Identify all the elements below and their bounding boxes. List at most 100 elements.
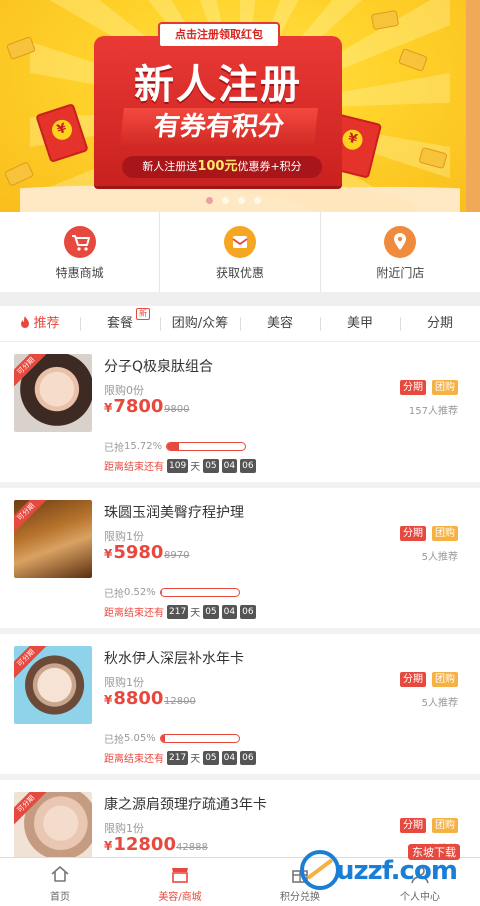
carousel-dot[interactable]: [206, 197, 213, 204]
product-tags: 分期 团购: [400, 380, 458, 395]
countdown-days: 217: [167, 604, 189, 619]
countdown-label: 距离结束还有: [104, 608, 164, 619]
carousel-dot[interactable]: [222, 197, 229, 204]
countdown-days: 109: [167, 458, 189, 473]
product-tags: 分期 团购: [400, 526, 458, 541]
tab-label: 美容: [266, 315, 293, 331]
day-unit: 天: [190, 462, 201, 473]
quick-entry-bar: 特惠商城 获取优惠 附近门店: [0, 212, 480, 292]
tab-beauty[interactable]: 美容: [240, 314, 320, 334]
watermark-text: uzzf.com: [336, 856, 458, 886]
recommend-count: 5人推荐: [421, 552, 458, 563]
tab-recommend[interactable]: 推荐: [0, 314, 80, 334]
coupon-icon: [223, 226, 256, 258]
watermark-cn: 东坡下载: [408, 844, 460, 860]
quick-entry-coupon[interactable]: 获取优惠: [160, 212, 321, 292]
tab-label: 美甲: [346, 315, 373, 331]
banner-subtitle: 有券有积分: [120, 108, 318, 146]
sold-label: 已抢: [104, 589, 124, 600]
product-list: 可分期 分子Q极泉肽组合 限购0份 ¥7800 9800 已抢 15.72% 距离…: [0, 342, 480, 906]
promo-banner[interactable]: 点击注册领取红包 新人注册 有券有积分 新人注册送100元优惠券+积分: [0, 0, 480, 212]
countdown-hours: 05: [203, 458, 219, 473]
carousel-dot[interactable]: [238, 197, 245, 204]
progress-bar: [166, 442, 247, 451]
sold-label: 已抢: [104, 735, 124, 746]
carousel-dot[interactable]: [254, 197, 261, 204]
carousel-dots: [206, 197, 261, 204]
fire-icon: [21, 315, 30, 328]
currency-symbol: ¥: [104, 547, 113, 561]
countdown-seconds: 06: [240, 604, 256, 619]
tab-group-buy[interactable]: 团购/众筹: [160, 314, 240, 334]
shopping-cart-icon: [63, 226, 96, 258]
tab-installment[interactable]: 分期: [400, 314, 480, 334]
price-value: 5980: [113, 542, 164, 563]
tab-package[interactable]: 套餐 新: [80, 307, 160, 334]
price-value: 8800: [113, 688, 164, 709]
product-name: 康之源肩颈理疗疏通3年卡: [104, 797, 267, 813]
progress-fill: [160, 735, 165, 742]
banner-tag: 点击注册领取红包: [158, 22, 280, 48]
countdown: 距离结束还有 217 天 05 04 06: [104, 604, 256, 619]
countdown-label: 距离结束还有: [104, 462, 164, 473]
group-buy-tag: 团购: [432, 672, 458, 687]
sold-progress: 已抢 5.05%: [104, 731, 240, 746]
store-icon: [172, 868, 188, 883]
product-name: 秋水伊人深层补水年卡: [104, 651, 244, 667]
recommend-count: 157人推荐: [408, 406, 458, 417]
product-price: ¥7800: [104, 396, 163, 417]
banner-note-amount: 100元: [197, 159, 238, 174]
product-image: 可分期: [14, 646, 92, 724]
group-buy-tag: 团购: [432, 380, 458, 395]
sold-percent: 5.05%: [124, 733, 156, 744]
product-name: 分子Q极泉肽组合: [104, 359, 214, 375]
quick-entry-nearby[interactable]: 附近门店: [321, 212, 480, 292]
tab-nails[interactable]: 美甲: [320, 314, 400, 334]
home-icon: [51, 866, 69, 882]
tab-label: 套餐: [106, 315, 133, 331]
countdown-seconds: 06: [240, 458, 256, 473]
group-buy-tag: 团购: [432, 818, 458, 833]
tab-label: 推荐: [33, 315, 60, 331]
countdown: 距离结束还有 109 天 05 04 06: [104, 458, 256, 473]
product-image: 可分期: [14, 500, 92, 578]
installment-tag: 分期: [400, 672, 426, 687]
product-card[interactable]: 可分期 分子Q极泉肽组合 限购0份 ¥7800 9800 已抢 15.72% 距离…: [0, 342, 480, 488]
quick-entry-label: 特惠商城: [55, 266, 104, 280]
sold-progress: 已抢 15.72%: [104, 439, 247, 454]
installment-tag: 分期: [400, 818, 426, 833]
product-tags: 分期 团购: [400, 818, 458, 833]
countdown-days: 217: [167, 750, 189, 765]
original-price: 42888: [176, 842, 208, 853]
progress-fill: [160, 589, 163, 596]
sold-percent: 15.72%: [124, 441, 163, 452]
product-tags: 分期 团购: [400, 672, 458, 687]
quick-entry-mall[interactable]: 特惠商城: [0, 212, 161, 292]
countdown-label: 距离结束还有: [104, 754, 164, 765]
tab-label: 团购/众筹: [171, 315, 229, 331]
countdown: 距离结束还有 217 天 05 04 06: [104, 750, 256, 765]
installment-tag: 分期: [400, 380, 426, 395]
banner-note-prefix: 新人注册送: [142, 160, 198, 173]
watermark-logo: uzzf.com 东坡下载: [296, 842, 478, 898]
product-card[interactable]: 可分期 秋水伊人深层补水年卡 限购1份 ¥8800 12800 已抢 5.05% …: [0, 634, 480, 780]
product-name: 珠圆玉润美臀疗程护理: [104, 505, 244, 521]
nav-label: 首页: [50, 892, 70, 903]
day-unit: 天: [190, 608, 201, 619]
installment-tag: 分期: [400, 526, 426, 541]
group-buy-tag: 团购: [432, 526, 458, 541]
progress-fill: [167, 443, 180, 450]
nav-label: 美容/商城: [158, 892, 202, 903]
banner-next-slide-edge: [466, 0, 480, 212]
nav-store[interactable]: 美容/商城: [120, 858, 240, 906]
new-badge: 新: [136, 307, 150, 320]
countdown-hours: 05: [203, 750, 219, 765]
product-card[interactable]: 可分期 珠圆玉润美臀疗程护理 限购1份 ¥5980 8970 已抢 0.52% 距…: [0, 488, 480, 634]
sold-progress: 已抢 0.52%: [104, 585, 240, 600]
product-price: ¥8800: [104, 688, 163, 709]
tab-label: 分期: [426, 315, 453, 331]
original-price: 12800: [164, 696, 196, 707]
countdown-minutes: 04: [221, 604, 238, 619]
product-price: ¥5980: [104, 542, 163, 563]
nav-home[interactable]: 首页: [0, 858, 120, 906]
